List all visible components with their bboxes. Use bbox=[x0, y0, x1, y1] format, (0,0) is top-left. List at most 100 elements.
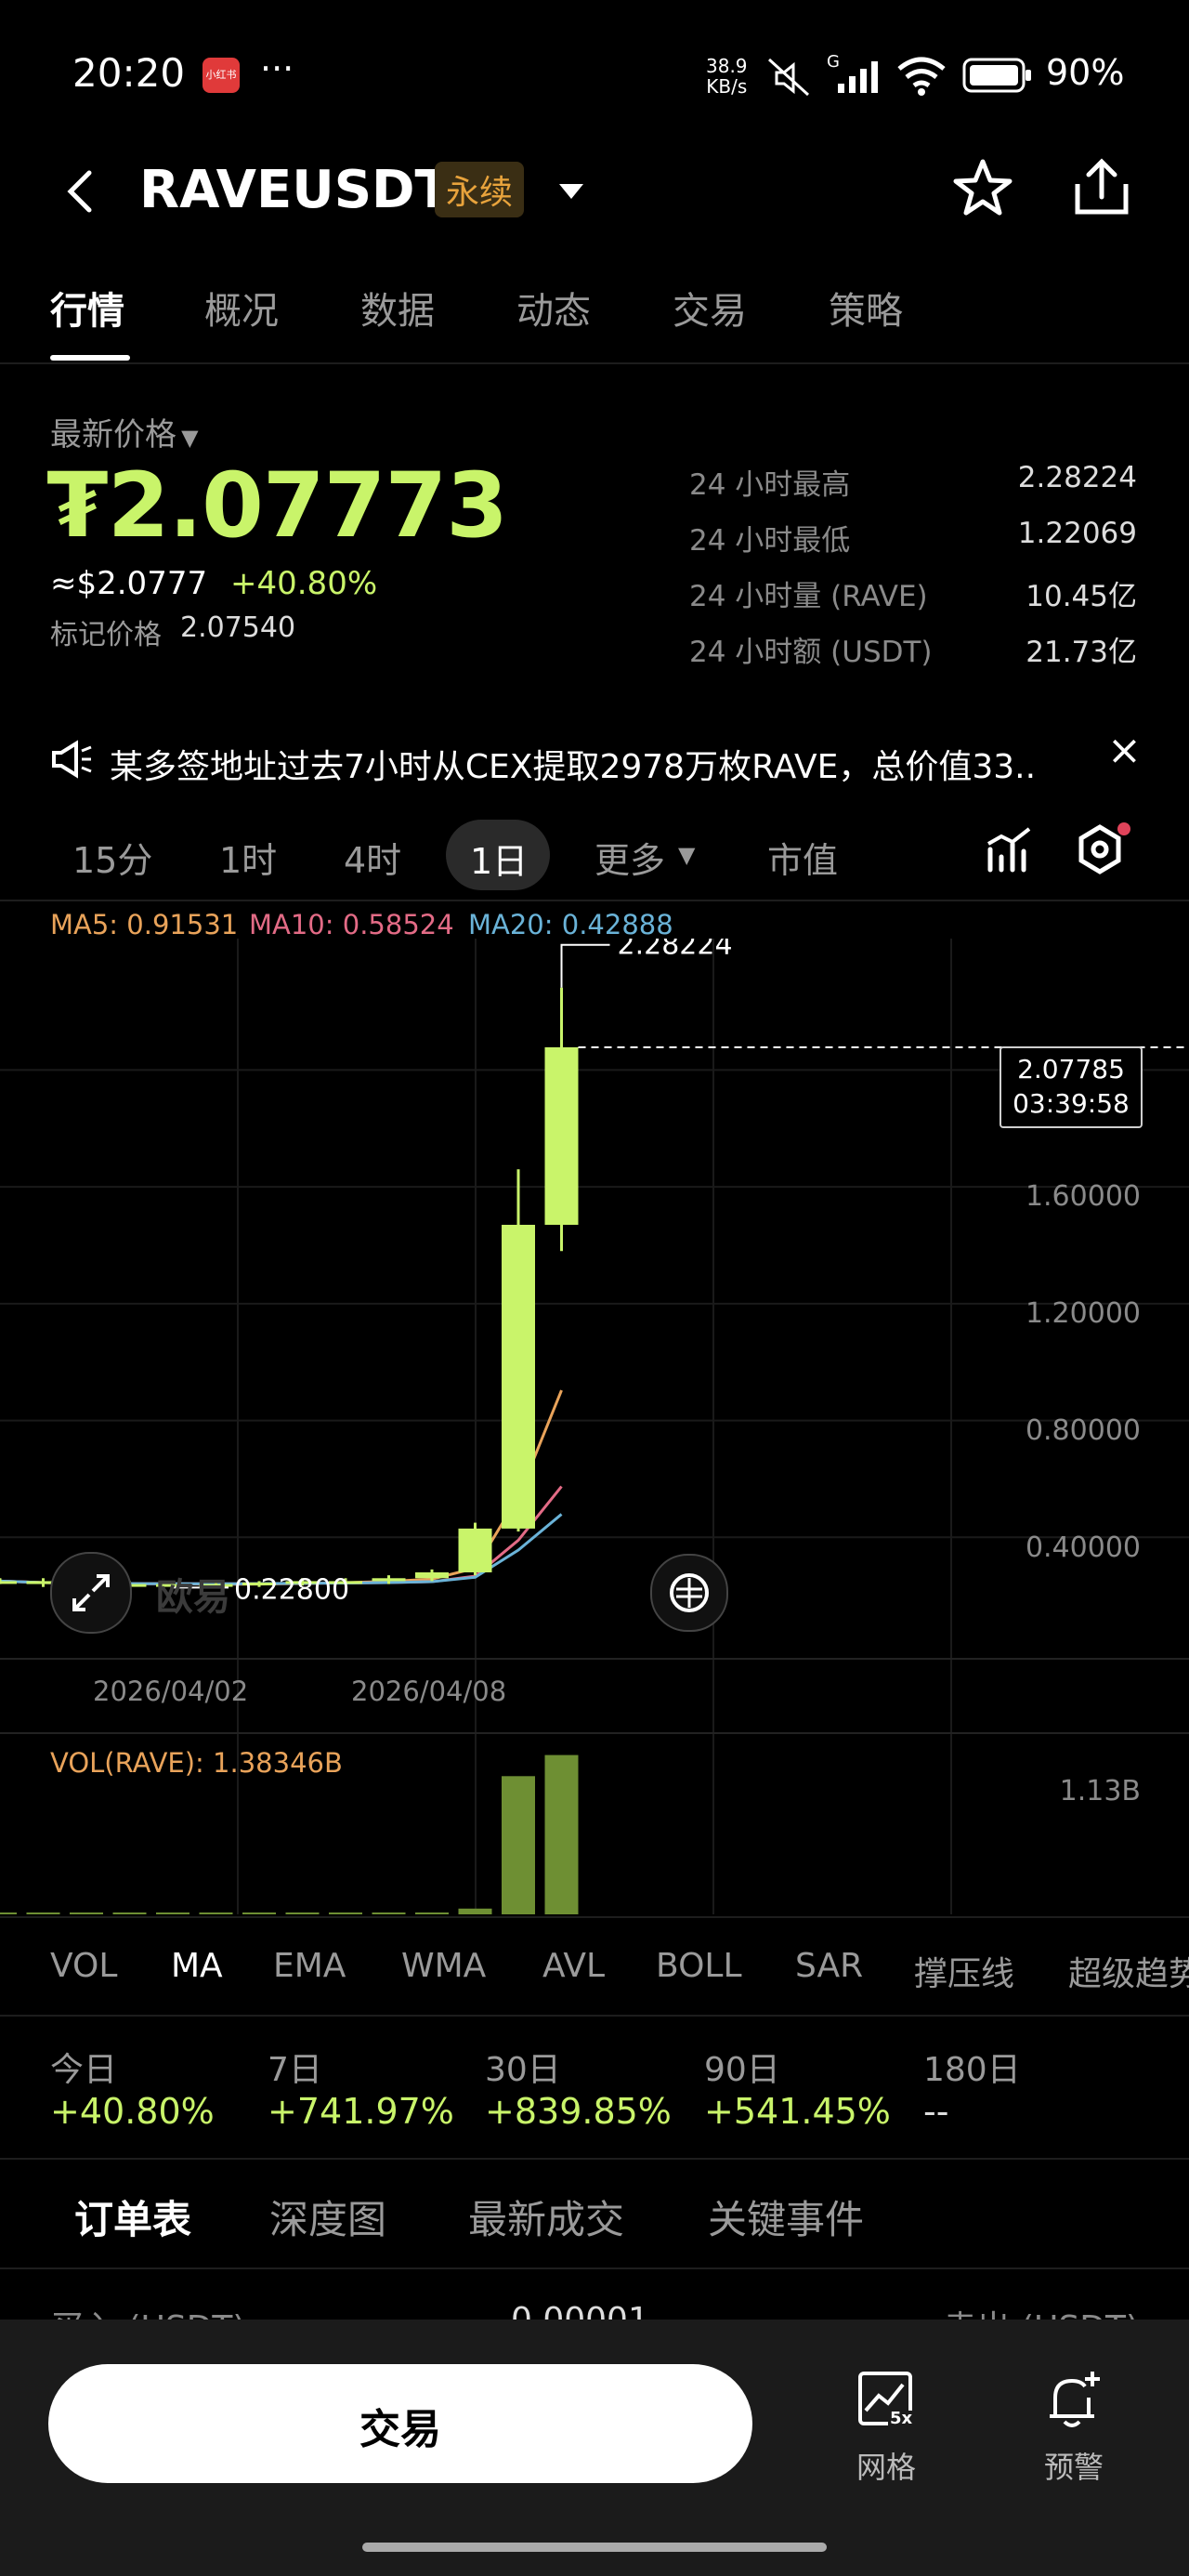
order-book-header: 买入 (USDT) 0.00001 卖出 (USDT) bbox=[0, 2295, 1189, 2320]
perf-today-label: 今日 bbox=[50, 2051, 118, 2089]
volume-legend: VOL(RAVE): 1.38346B bbox=[50, 1747, 343, 1779]
candle-body bbox=[502, 1225, 535, 1529]
indicator-support-resistance[interactable]: 撑压线 bbox=[914, 1947, 1014, 1995]
y-tick-1.6: 1.60000 bbox=[1025, 1180, 1141, 1213]
tab-key-events[interactable]: 关键事件 bbox=[708, 2188, 864, 2245]
grid-bot-button[interactable]: 5x 网格 bbox=[836, 2370, 938, 2491]
tab-market[interactable]: 行情 bbox=[50, 281, 124, 335]
indicator-vol[interactable]: VOL bbox=[50, 1947, 117, 1985]
price-change: +40.80% bbox=[230, 565, 378, 602]
tab-feed[interactable]: 动态 bbox=[516, 281, 591, 335]
volume-bar bbox=[458, 1908, 492, 1914]
volume-bar bbox=[199, 1912, 233, 1914]
volume-bar bbox=[329, 1912, 362, 1914]
symbol-title[interactable]: RAVEUSDT bbox=[139, 160, 451, 220]
stat-high-label: 24 小时最高 bbox=[689, 468, 851, 502]
volume-tick: 1.13B bbox=[1059, 1775, 1141, 1807]
candle-body bbox=[0, 1581, 17, 1584]
perf-90d-value: +541.45% bbox=[704, 2091, 891, 2132]
price-step-select[interactable]: 0.00001 bbox=[511, 2301, 649, 2320]
candle-countdown: 03:39:58 bbox=[1013, 1088, 1130, 1119]
back-arrow-icon[interactable] bbox=[61, 165, 98, 217]
indicator-ema[interactable]: EMA bbox=[273, 1947, 346, 1985]
close-news-icon[interactable]: × bbox=[1107, 727, 1142, 774]
tab-order-book[interactable]: 订单表 bbox=[74, 2188, 191, 2245]
stat-high-value: 2.28224 bbox=[1017, 461, 1137, 494]
news-ticker[interactable]: 某多签地址过去7小时从CEX提取2978万枚RAVE，总价值33.. × bbox=[0, 725, 1189, 799]
stat-turnover-label: 24 小时额 (USDT) bbox=[689, 636, 933, 669]
alert-label: 预警 bbox=[1044, 2450, 1104, 2485]
tab-strategy[interactable]: 策略 bbox=[829, 281, 903, 335]
sell-column-header: 卖出 (USDT) bbox=[944, 2301, 1139, 2320]
battery-level: 90% bbox=[1046, 52, 1125, 93]
volume-bar bbox=[285, 1912, 320, 1914]
news-text: 某多签地址过去7小时从CEX提取2978万枚RAVE，总价值33.. bbox=[110, 748, 1037, 786]
fullscreen-button[interactable] bbox=[50, 1552, 132, 1634]
grid-label: 网格 bbox=[856, 2450, 917, 2485]
volume-bar bbox=[502, 1776, 535, 1914]
low-price-label: 0.22800 bbox=[234, 1573, 349, 1606]
favorite-star-icon[interactable] bbox=[951, 156, 1014, 219]
timeframe-more[interactable]: 更多 bbox=[594, 832, 665, 883]
active-tab-indicator bbox=[50, 355, 130, 361]
volume-bars bbox=[0, 1755, 579, 1914]
perf-divider bbox=[0, 2158, 1189, 2160]
last-price: ₮2.07773 bbox=[46, 453, 508, 558]
trade-button[interactable]: 交易 bbox=[48, 2364, 752, 2483]
book-tabs-divider bbox=[0, 2267, 1189, 2269]
candle-body bbox=[544, 1046, 579, 1225]
wifi-icon bbox=[897, 57, 946, 96]
candles bbox=[0, 987, 579, 1588]
candle-body bbox=[372, 1578, 406, 1582]
tab-data[interactable]: 数据 bbox=[360, 281, 435, 335]
indicator-supertrend[interactable]: 超级趋势 bbox=[1068, 1955, 1189, 1993]
indicator-wma[interactable]: WMA bbox=[401, 1947, 486, 1985]
y-tick-0.8: 0.80000 bbox=[1025, 1414, 1141, 1447]
sync-chart-icon bbox=[670, 1573, 709, 1612]
tab-trade[interactable]: 交易 bbox=[673, 281, 747, 335]
current-price-tag: 2.07785 03:39:58 bbox=[1000, 1046, 1143, 1128]
mark-price-value: 2.07540 bbox=[180, 611, 296, 644]
expand-icon bbox=[72, 1574, 110, 1611]
app-header: RAVEUSDT 永续 bbox=[0, 139, 1189, 242]
volume-bar bbox=[70, 1912, 103, 1914]
perf-today-value: +40.80% bbox=[50, 2091, 215, 2132]
timeframe-4h[interactable]: 4时 bbox=[344, 832, 401, 883]
volume-bar bbox=[112, 1912, 147, 1914]
stat-turnover-value: 21.73亿 bbox=[1026, 636, 1137, 669]
timeframe-1h[interactable]: 1时 bbox=[219, 832, 277, 883]
chart-mode-button[interactable] bbox=[650, 1554, 728, 1632]
symbol-dropdown-icon[interactable] bbox=[555, 178, 587, 203]
announcement-speaker-icon bbox=[52, 740, 92, 779]
price-alert-button[interactable]: 预警 bbox=[1022, 2370, 1124, 2491]
tab-depth-chart[interactable]: 深度图 bbox=[269, 2188, 386, 2245]
tab-overview[interactable]: 概况 bbox=[204, 281, 279, 335]
ma10-legend: MA10: 0.58524 bbox=[249, 909, 454, 940]
bottom-action-bar: 交易 5x 网格 预警 bbox=[0, 2320, 1189, 2576]
alert-bell-icon bbox=[1050, 2372, 1100, 2427]
volume-bar bbox=[26, 1912, 60, 1914]
volume-bar bbox=[156, 1912, 189, 1914]
mute-icon bbox=[767, 58, 810, 97]
tab-recent-trades[interactable]: 最新成交 bbox=[468, 2188, 624, 2245]
perf-7d-label: 7日 bbox=[268, 2051, 322, 2089]
more-notifications-icon: ··· bbox=[260, 48, 294, 89]
stat-volume-label: 24 小时量 (RAVE) bbox=[689, 580, 928, 613]
volume-bar bbox=[415, 1912, 449, 1914]
usd-price: ≈$2.0777 bbox=[50, 565, 208, 602]
indicator-sar[interactable]: SAR bbox=[795, 1947, 863, 1985]
perf-90d-label: 90日 bbox=[704, 2051, 780, 2089]
indicator-avl[interactable]: AVL bbox=[542, 1947, 605, 1985]
perf-30d-label: 30日 bbox=[485, 2051, 561, 2089]
timeframe-1d-pill[interactable]: 1日 bbox=[446, 820, 550, 890]
latest-price-label[interactable]: 最新价格 ▼ bbox=[50, 409, 199, 454]
timeframe-market-cap[interactable]: 市值 bbox=[767, 832, 838, 883]
timeframe-1d: 1日 bbox=[470, 841, 529, 882]
timeframe-15m[interactable]: 15分 bbox=[72, 832, 152, 883]
chart-settings-icon[interactable] bbox=[1072, 820, 1133, 879]
indicator-ma[interactable]: MA bbox=[171, 1947, 223, 1985]
share-icon[interactable] bbox=[1070, 156, 1133, 219]
y-tick-0.4: 0.40000 bbox=[1025, 1531, 1141, 1564]
indicator-chart-icon[interactable] bbox=[985, 823, 1035, 875]
indicator-boll[interactable]: BOLL bbox=[656, 1947, 742, 1985]
